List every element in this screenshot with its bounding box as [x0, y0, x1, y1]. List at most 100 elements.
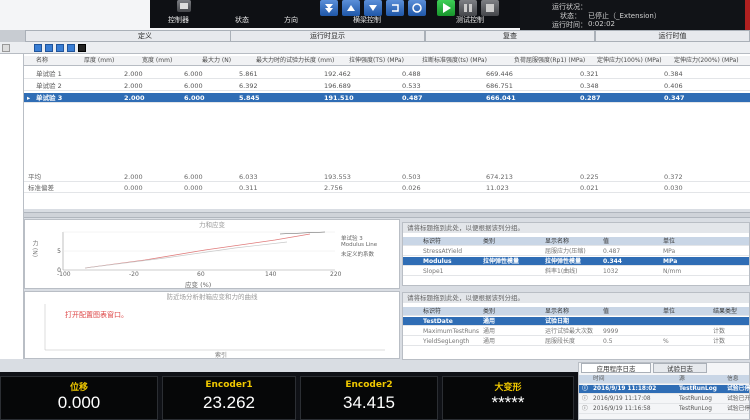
log-row[interactable]: ⓘ 2016/9/19 11:16:58 TestRunLog 试验已停止: [579, 405, 750, 414]
col-header[interactable]: 值: [603, 307, 609, 316]
modulus-line: [84, 241, 288, 269]
meter-large-deformation[interactable]: 大变形 *****: [442, 376, 574, 420]
cell-thickness: 2.000: [124, 70, 143, 78]
reset-icon[interactable]: [408, 0, 426, 16]
summary-row-mean: 平均 2.000 6.000 6.033 193.553 0.503 674.2…: [24, 172, 750, 182]
props-row[interactable]: YieldSegLength 通用 屈服段长度 0.5 % 计数: [403, 337, 749, 346]
col-header[interactable]: 拉断标准强度(ts) (MPa): [422, 56, 512, 66]
arrow-down-icon[interactable]: [364, 0, 382, 16]
x-axis-label: 应变 (%): [185, 281, 212, 289]
cell-time: 2016/9/19 11:17:08: [593, 396, 651, 402]
tab-app-log[interactable]: 应用程序日志: [581, 363, 651, 373]
props-row-selected[interactable]: TestDate 通用 试验日期: [403, 317, 749, 326]
col-header[interactable]: 标识符: [423, 307, 441, 316]
cell-category: 拉伸弹性模量: [483, 258, 520, 265]
tab-define[interactable]: 定义: [25, 30, 265, 42]
layout-single-icon[interactable]: [34, 44, 42, 52]
cell-value: 9999: [603, 328, 619, 335]
props-row[interactable]: Slope1 斜率1(曲线) 1032 N/mm: [403, 267, 749, 276]
meter-encoder1[interactable]: Encoder1 23.262: [162, 376, 296, 420]
status-label: 状态: [235, 16, 249, 24]
dropdown-icon[interactable]: [78, 44, 86, 52]
col-header[interactable]: 定伸应力(200%) (MPa): [674, 56, 750, 66]
pause-icon[interactable]: [459, 0, 477, 16]
controller-icon[interactable]: [177, 0, 191, 12]
props-row[interactable]: MaximumTestRuns 通用 运行试验最大次数 9999 计数: [403, 327, 749, 336]
splitter-handle[interactable]: [24, 212, 750, 218]
tab-runtime-values[interactable]: 运行时值: [595, 30, 750, 42]
results-table: 名称 厚度 (mm) 宽度 (mm) 最大力 (N) 最大力时的试验力长度 (m…: [24, 54, 750, 209]
meter-value: *****: [491, 393, 525, 412]
col-header[interactable]: 单位: [663, 237, 675, 246]
cell-display-name: 拉伸弹性模量: [545, 258, 582, 265]
tab-runtime-display[interactable]: 运行时显示: [230, 30, 425, 42]
configure-chart-link[interactable]: 打开配置图表窗口。: [65, 310, 128, 320]
table-row[interactable]: 单试验 2 2.000 6.000 6.392 196.689 0.533 68…: [24, 81, 750, 91]
col-header[interactable]: 类别: [483, 307, 495, 316]
col-header[interactable]: 名称: [36, 56, 76, 66]
meter-displacement[interactable]: 位移 0.000: [0, 376, 158, 420]
cell-stress100: 0.348: [580, 82, 599, 90]
col-header[interactable]: 单位: [663, 307, 675, 316]
col-header[interactable]: 最大力时的试验力长度 (mm): [256, 56, 346, 66]
log-row[interactable]: ⓘ 2016/9/19 11:17:08 TestRunLog 试验已开始: [579, 395, 750, 404]
cell-value: 0.5: [603, 338, 613, 345]
stop-icon[interactable]: [481, 0, 499, 16]
log-panel: 应用程序日志 试验日志 时间 源 信息 ⓘ 2016/9/19 11:18:02…: [578, 362, 750, 420]
props-row-selected[interactable]: Modulus 拉伸弹性模量 拉伸弹性模量 0.344 MPa: [403, 257, 749, 266]
cell-ts-std: 666.041: [486, 94, 516, 102]
tab-test-log[interactable]: 试验日志: [653, 363, 707, 373]
col-header[interactable]: 负荷屈服强度(Rp1) (MPa): [514, 56, 594, 66]
play-icon[interactable]: [437, 0, 455, 16]
col-header[interactable]: 显示名称: [545, 237, 569, 246]
arrow-down-fast-icon[interactable]: [320, 0, 338, 16]
meter-encoder2[interactable]: Encoder2 34.415: [300, 376, 438, 420]
col-header[interactable]: 最大力 (N): [202, 56, 252, 66]
cell-length: 192.462: [324, 70, 351, 78]
cell-max-force: 5.845: [239, 94, 260, 102]
cell-stress200: 0.372: [664, 173, 683, 181]
col-header[interactable]: 源: [679, 375, 685, 384]
col-header[interactable]: 标识符: [423, 237, 441, 246]
table-row-selected[interactable]: ▸ 单试验 3 2.000 6.000 5.845 191.510 0.487 …: [24, 93, 750, 103]
cell-ts: 0.026: [402, 184, 421, 192]
cell-unit: MPa: [663, 258, 678, 265]
props-row[interactable]: StressAtYield 屈服应力(压缩) 0.487 MPa: [403, 247, 749, 256]
cell-length: 196.689: [324, 82, 351, 90]
cell-stress200: 0.384: [664, 70, 683, 78]
col-header[interactable]: 结果类型: [713, 307, 737, 316]
chart-legend: 单试验 3 Modulus Line 未定义的系数: [341, 234, 399, 258]
table-row[interactable]: 单试验 1 2.000 6.000 5.861 192.462 0.488 66…: [24, 69, 750, 79]
cell-value: 1032: [603, 268, 619, 275]
col-header[interactable]: 信息: [727, 375, 739, 384]
cell-id: Slope1: [423, 268, 444, 275]
layout-quad-icon[interactable]: [67, 44, 75, 52]
cell-result-type: 计数: [713, 328, 726, 335]
y-tick: 5: [57, 248, 61, 255]
col-header[interactable]: 显示名称: [545, 307, 569, 316]
control-strip: 控制器 状态 方向 横梁控制 测试控制: [150, 0, 520, 28]
col-header[interactable]: 时间: [593, 375, 605, 384]
cell-width: 6.000: [184, 94, 205, 102]
cell-ts-std: 669.446: [486, 70, 513, 78]
meter-label: 大变形: [494, 383, 522, 393]
layout-grid-icon[interactable]: [56, 44, 64, 52]
cell-id: StressAtYield: [423, 248, 463, 255]
cell-stress200: 0.347: [664, 94, 685, 102]
tab-review[interactable]: 复查: [425, 30, 595, 42]
col-header[interactable]: 厚度 (mm): [84, 56, 134, 66]
arrow-up-icon[interactable]: [342, 0, 360, 16]
info-icon: ⓘ: [582, 406, 588, 412]
return-icon[interactable]: [386, 0, 404, 16]
col-header[interactable]: 拉伸强度(TS) (MPa): [349, 56, 419, 66]
col-header[interactable]: 值: [603, 237, 609, 246]
group-by-hint: 请将标题拖到此处，以便根据该列分组。: [403, 223, 749, 233]
col-header[interactable]: 定伸应力(100%) (MPa): [597, 56, 672, 66]
layout-split-icon[interactable]: [45, 44, 53, 52]
col-header[interactable]: 类别: [483, 237, 495, 246]
col-header[interactable]: 宽度 (mm): [142, 56, 192, 66]
empty-chart-axes: [44, 304, 385, 351]
cell-stress100: 0.021: [580, 184, 599, 192]
cell-unit: N/mm: [663, 268, 682, 275]
log-row-selected[interactable]: ⓘ 2016/9/19 11:18:02 TestRunLog 试验已停止: [579, 385, 750, 394]
